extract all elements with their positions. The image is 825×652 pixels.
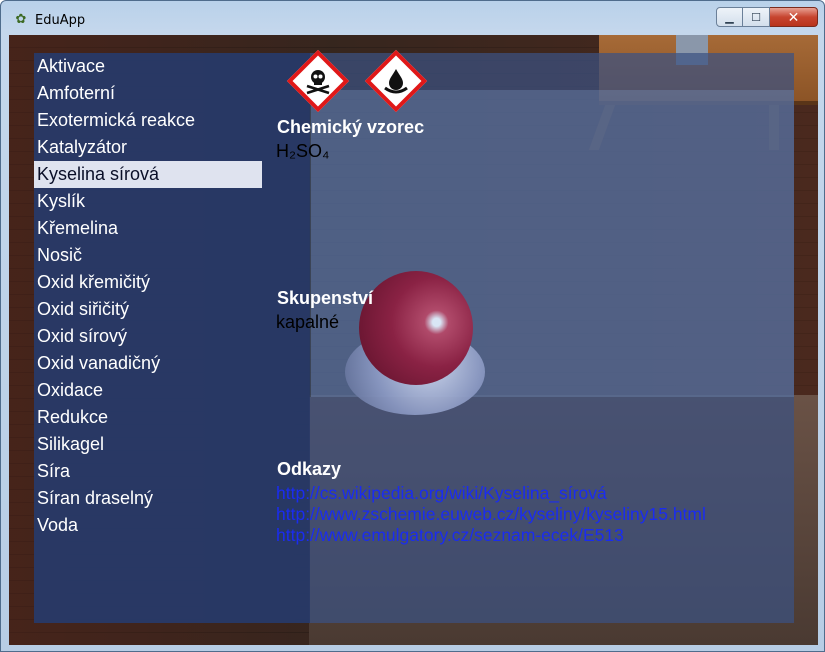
- close-icon: ✕: [787, 8, 800, 25]
- term-item-oxidace[interactable]: Oxidace: [34, 377, 262, 404]
- maximize-button[interactable]: ☐: [743, 7, 770, 27]
- app-window: ✿ EduApp ▁ ☐ ✕ Aktivace Amfoterní Exoter…: [0, 0, 825, 652]
- formula-value: H₂SO₄: [276, 141, 330, 161]
- term-item-oxid-sirovy[interactable]: Oxid sírový: [34, 323, 262, 350]
- term-item-kremelina[interactable]: Křemelina: [34, 215, 262, 242]
- app-logo-icon: ✿: [15, 11, 27, 26]
- term-item-amfoterni[interactable]: Amfoterní: [34, 80, 262, 107]
- term-item-siran-draselny[interactable]: Síran draselný: [34, 485, 262, 512]
- term-item-kyslik[interactable]: Kyslík: [34, 188, 262, 215]
- close-button[interactable]: ✕: [770, 7, 818, 27]
- term-item-aktivace[interactable]: Aktivace: [34, 53, 262, 80]
- formula-heading: Chemický vzorec: [277, 117, 425, 137]
- window-title: EduApp: [35, 13, 86, 28]
- term-item-oxid-vanadicny[interactable]: Oxid vanadičný: [34, 350, 262, 377]
- links-heading: Odkazy: [277, 459, 342, 479]
- term-item-exotermicka-reakce[interactable]: Exotermická reakce: [34, 107, 262, 134]
- minimize-icon: ▁: [725, 11, 734, 24]
- link-emulgatory[interactable]: http://www.emulgatory.cz/seznam-ecek/E51…: [276, 525, 624, 546]
- term-list: Aktivace Amfoterní Exotermická reakce Ka…: [34, 53, 262, 539]
- term-item-katalyzator[interactable]: Katalyzátor: [34, 134, 262, 161]
- minimize-button[interactable]: ▁: [716, 7, 743, 27]
- link-wikipedia[interactable]: http://cs.wikipedia.org/wiki/Kyselina_sí…: [276, 483, 607, 504]
- title-bar[interactable]: ✿ EduApp ▁ ☐ ✕: [1, 1, 824, 35]
- term-item-oxid-siricity[interactable]: Oxid siřičitý: [34, 296, 262, 323]
- client-area: Aktivace Amfoterní Exotermická reakce Ka…: [9, 35, 818, 645]
- maximize-icon: ☐: [751, 11, 761, 24]
- caption-buttons: ▁ ☐ ✕: [716, 7, 818, 28]
- term-item-redukce[interactable]: Redukce: [34, 404, 262, 431]
- hazard-pictograms: [286, 49, 428, 113]
- link-zschemie[interactable]: http://www.zschemie.euweb.cz/kyseliny/ky…: [276, 504, 706, 525]
- molecule-sphere-red: [359, 271, 473, 385]
- term-item-voda[interactable]: Voda: [34, 512, 262, 539]
- term-item-kyselina-sirova[interactable]: Kyselina sírová: [34, 161, 262, 188]
- state-heading: Skupenství: [277, 288, 374, 308]
- toxic-skull-icon: [286, 49, 350, 113]
- term-item-nosic[interactable]: Nosič: [34, 242, 262, 269]
- term-item-silikagel[interactable]: Silikagel: [34, 431, 262, 458]
- term-item-sira[interactable]: Síra: [34, 458, 262, 485]
- term-item-oxid-kremicity[interactable]: Oxid křemičitý: [34, 269, 262, 296]
- state-value: kapalné: [276, 312, 340, 332]
- corrosive-icon: [364, 49, 428, 113]
